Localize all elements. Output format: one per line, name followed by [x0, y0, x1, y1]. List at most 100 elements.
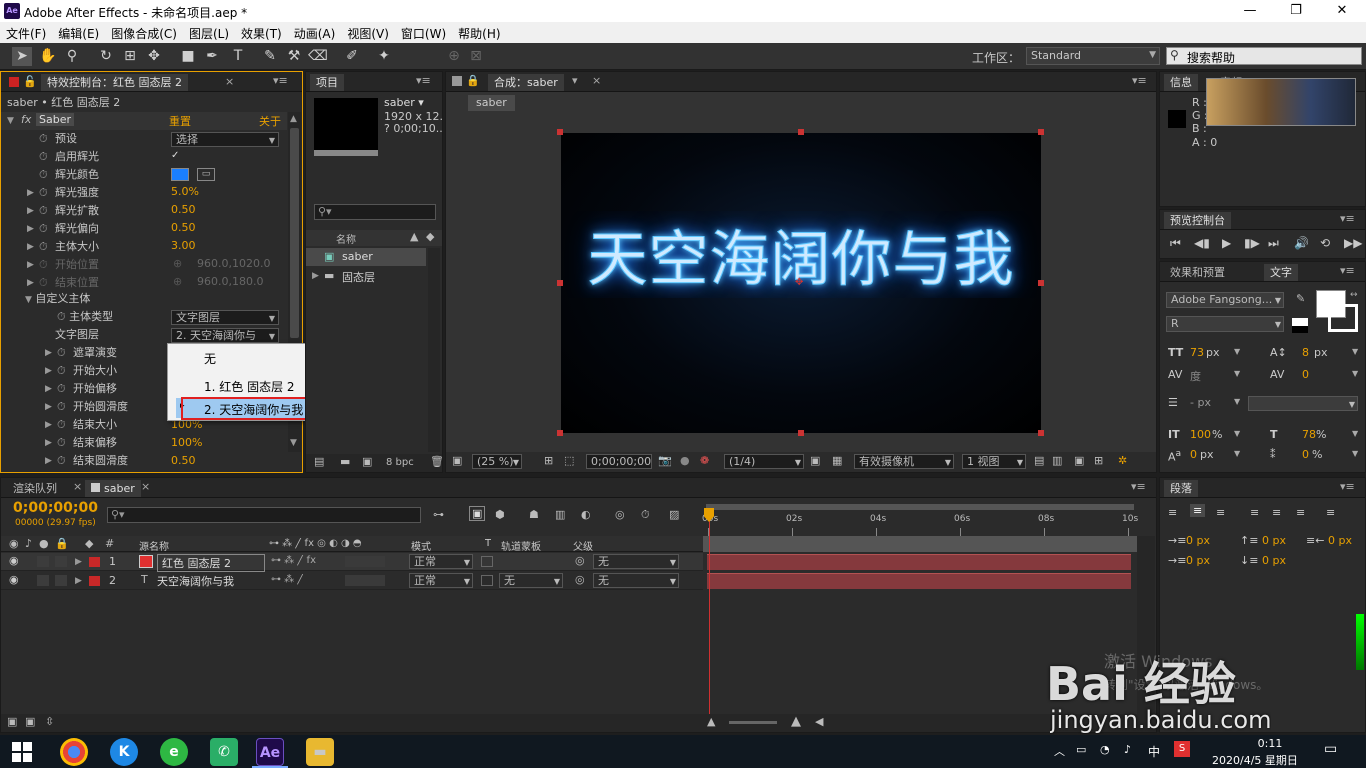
layer-name[interactable]: 天空海阔你与我 — [157, 573, 234, 589]
kugou-icon[interactable]: K — [110, 738, 138, 766]
chevron-down-icon[interactable]: ▼ — [1352, 347, 1358, 356]
eye-icon[interactable]: ◉ — [9, 573, 19, 586]
timeline-icon[interactable]: ▣ — [1074, 454, 1084, 467]
stopwatch-icon[interactable]: ⏱ — [39, 202, 48, 220]
first-frame-icon[interactable]: ⏮ — [1170, 236, 1181, 251]
stopwatch-icon[interactable]: ⏱ — [57, 362, 66, 380]
camera-tool-icon[interactable]: ⊞ — [120, 47, 140, 66]
project-item-saber[interactable]: ▣ saber — [306, 248, 426, 266]
clock-date[interactable]: 2020/4/5 星期日 — [1212, 752, 1298, 768]
expand-triangle-icon[interactable]: ▼ — [7, 116, 14, 126]
expand-triangle-icon[interactable]: ▶ — [45, 380, 52, 398]
rectangle-tool-icon[interactable]: ■ — [178, 47, 198, 66]
expand-triangle-icon[interactable]: ▶ — [45, 452, 52, 470]
chevron-down-icon[interactable]: ▼ — [1234, 397, 1240, 406]
menu-layer[interactable]: 图层(L) — [183, 22, 235, 42]
minimize-button[interactable]: — — [1230, 2, 1270, 20]
stroke-color-swatch[interactable] — [1328, 304, 1358, 332]
font-family-select[interactable]: Adobe Fangsong... ▼ — [1166, 292, 1284, 308]
effect-property-row[interactable]: ▶ ⏱ 主体大小 — [1, 238, 287, 256]
about-link[interactable]: 关于 — [259, 113, 281, 129]
number-column-icon[interactable]: # — [105, 537, 114, 550]
expand-triangle-icon[interactable]: ▶ — [75, 576, 82, 586]
expand-triangle-icon[interactable]: ▶ — [45, 344, 52, 362]
body-type-select[interactable]: 文字图层 ▼ — [171, 310, 279, 325]
solo-icon[interactable]: ● — [39, 537, 49, 550]
menu-composition[interactable]: 图像合成(C) — [105, 22, 183, 42]
camera-select[interactable]: 有效摄像机 ▼ — [854, 454, 954, 469]
video-visibility-icon[interactable]: ◉ — [9, 537, 19, 550]
reset-link[interactable]: 重置 — [169, 113, 191, 129]
tab-effect-controls[interactable]: 特效控制台：红色 固态层 2 — [41, 74, 188, 91]
chevron-down-icon[interactable]: ▼ — [1234, 369, 1240, 378]
leading-value[interactable]: 8 — [1302, 346, 1309, 359]
channel-icon[interactable]: ❁ — [700, 454, 709, 467]
enable-glow-checkbox[interactable]: ✓ — [171, 150, 182, 161]
expand-triangle-icon[interactable]: ▶ — [27, 220, 34, 238]
crosshair-icon[interactable]: ⊕ — [173, 257, 182, 270]
view-layout-select[interactable]: 1 视图 ▼ — [962, 454, 1026, 469]
handle[interactable] — [1038, 430, 1044, 436]
expand-triangle-icon[interactable]: ▶ — [27, 256, 34, 274]
previous-frame-icon[interactable]: ◀▮ — [1194, 236, 1210, 250]
comp-flowchart-icon[interactable]: ⊞ — [1094, 454, 1103, 467]
toggle-pixel-aspect-icon[interactable]: ▤ — [1034, 454, 1044, 467]
expand-triangle-icon[interactable]: ▶ — [27, 238, 34, 256]
hand-tool-icon[interactable]: ✋ — [38, 47, 58, 66]
solo-toggle[interactable] — [37, 556, 49, 567]
pick-whip-icon[interactable]: ◎ — [575, 573, 585, 586]
mask-visibility-icon[interactable]: ⬚ — [564, 454, 574, 467]
track-matte-select[interactable]: 无 ▼ — [499, 573, 563, 588]
menu-animation[interactable]: 动画(A) — [288, 22, 342, 42]
expand-triangle-icon[interactable]: ▶ — [45, 434, 52, 452]
justify-right-icon[interactable]: ≡ — [1296, 506, 1305, 519]
parent-select[interactable]: 无 ▼ — [593, 554, 679, 569]
work-area-bar[interactable] — [706, 504, 1134, 510]
space-before-value[interactable]: 0 px — [1262, 534, 1286, 547]
maximize-button[interactable]: ❐ — [1276, 2, 1316, 20]
close-tab-icon[interactable]: × — [592, 74, 601, 87]
sub-property-row[interactable]: ▶ ⏱ 结束偏移 100% — [1, 434, 287, 452]
bpc-label[interactable]: 8 bpc — [386, 457, 414, 468]
preset-select[interactable]: 选择 ▼ — [171, 132, 279, 147]
property-value[interactable]: 960.0,180.0 — [197, 275, 263, 288]
indent-left-value[interactable]: 0 px — [1186, 534, 1210, 547]
white-swatch[interactable] — [1292, 318, 1308, 326]
shy-layers-icon[interactable]: ☗ — [529, 508, 539, 521]
lock-toggle[interactable] — [55, 575, 67, 586]
tray-expand-icon[interactable]: ︿ — [1054, 743, 1065, 759]
layer-name[interactable]: 红色 固态层 2 — [157, 554, 265, 572]
chevron-down-icon[interactable]: ▼ — [1352, 449, 1358, 458]
in-out-toggle-icon[interactable]: ⇳ — [45, 715, 54, 728]
effect-property-row[interactable]: ⏱ 启用辉光 — [1, 148, 287, 166]
tsume-value[interactable]: 0 — [1302, 448, 1309, 461]
menu-window[interactable]: 窗口(W) — [395, 22, 452, 42]
stopwatch-icon[interactable]: ⏱ — [57, 344, 66, 362]
effect-header-row[interactable]: ▼ fx Saber 重置 关于 — [1, 112, 287, 130]
transparency-grid-icon[interactable]: ▦ — [832, 454, 842, 467]
zoom-out-icon[interactable]: ▲ — [707, 715, 715, 728]
track-matte-header[interactable]: 轨道蒙板 — [501, 538, 541, 553]
kerning-value[interactable]: 度 — [1190, 368, 1201, 384]
justify-all-icon[interactable]: ≡ — [1326, 506, 1335, 519]
mute-audio-icon[interactable]: 🔊 — [1294, 236, 1309, 250]
new-folder-icon[interactable]: ▬ — [340, 455, 350, 468]
fx-icon[interactable]: fx — [21, 113, 31, 126]
zoom-select[interactable]: (25 %) ▼ — [472, 454, 522, 469]
layer-row[interactable]: ◉ ▶ 1 红色 固态层 2 ⊶ ⁂ ╱ fx 正常 ▼ ◎ 无 ▼ — [1, 553, 703, 572]
layer-switches-icon[interactable]: ⊶ ⁂ ╱ fx — [271, 555, 316, 566]
close-tab-icon[interactable]: × — [225, 75, 234, 88]
file-explorer-icon[interactable]: ▬ — [306, 738, 334, 766]
glow-color-swatch[interactable] — [171, 168, 189, 181]
ime-indicator[interactable]: 中 — [1148, 743, 1160, 760]
ram-preview-icon[interactable]: ▶▶ — [1344, 236, 1362, 250]
tab-project[interactable]: 项目 — [310, 74, 344, 91]
lock-icon[interactable]: 🔒 — [466, 74, 480, 87]
eraser-tool-icon[interactable]: ⌫ — [308, 47, 328, 66]
effect-property-row[interactable]: ▶ ⏱ 辉光强度 — [1, 184, 287, 202]
stopwatch-icon[interactable]: ⏱ — [39, 184, 48, 202]
tag-icon[interactable]: ◆ — [426, 230, 434, 243]
chevron-down-icon[interactable]: ▼ — [1352, 369, 1358, 378]
pan-behind-tool-icon[interactable]: ✥ — [144, 47, 164, 66]
align-right-icon[interactable]: ≡ — [1216, 506, 1225, 519]
